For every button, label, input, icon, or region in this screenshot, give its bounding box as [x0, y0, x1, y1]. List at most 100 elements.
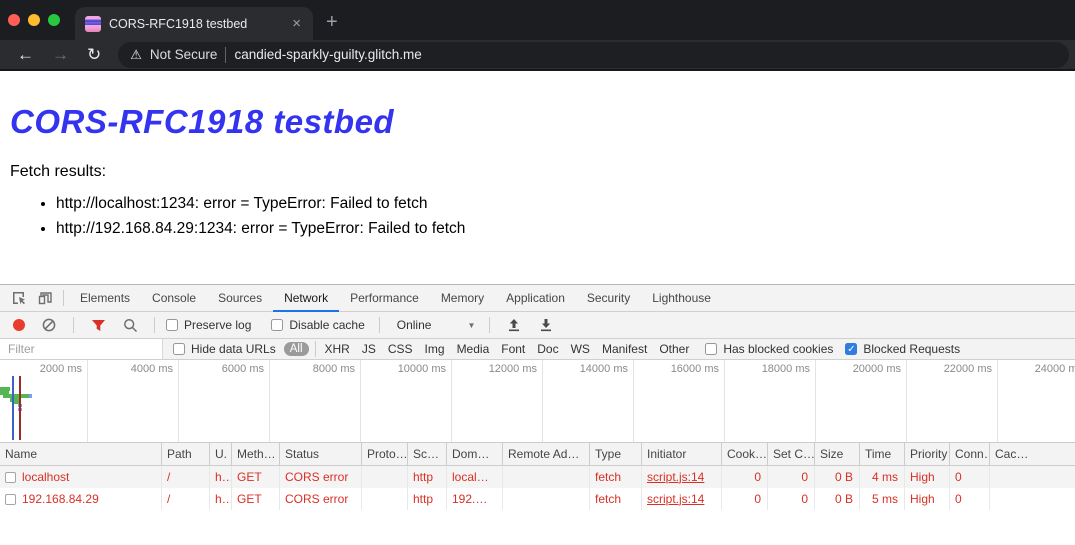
new-tab-button[interactable]: + — [326, 11, 338, 34]
network-overview-timeline[interactable]: 2000 ms 4000 ms 6000 ms 8000 ms 10000 ms… — [0, 360, 1075, 443]
request-status: CORS error — [280, 488, 362, 510]
column-header-remote-address[interactable]: Remote Ad… — [503, 443, 590, 465]
column-header-path[interactable]: Path — [162, 443, 210, 465]
filter-ws[interactable]: WS — [571, 342, 590, 356]
request-name: 192.168.84.29 — [22, 489, 99, 510]
column-header-type[interactable]: Type — [590, 443, 642, 465]
has-blocked-cookies-checkbox[interactable] — [705, 343, 717, 355]
tab-network[interactable]: Network — [273, 285, 339, 312]
column-header-priority[interactable]: Priority — [905, 443, 950, 465]
filter-media[interactable]: Media — [457, 342, 490, 356]
minimize-window-button[interactable] — [28, 14, 40, 26]
blocked-requests-label[interactable]: Blocked Requests — [863, 342, 960, 356]
request-domain: 192.… — [447, 488, 503, 510]
column-header-size[interactable]: Size — [815, 443, 860, 465]
filter-doc[interactable]: Doc — [537, 342, 558, 356]
hide-data-urls-checkbox[interactable] — [173, 343, 185, 355]
filter-other[interactable]: Other — [659, 342, 689, 356]
initiator-link[interactable]: script.js:14 — [647, 489, 704, 510]
initiator-link[interactable]: script.js:14 — [647, 467, 704, 488]
browser-tab[interactable]: CORS-RFC1918 testbed × — [75, 7, 313, 40]
column-header-url[interactable]: U. — [210, 443, 232, 465]
divider — [154, 317, 155, 333]
device-toolbar-icon[interactable] — [32, 286, 58, 310]
has-blocked-cookies-label[interactable]: Has blocked cookies — [723, 342, 833, 356]
address-bar[interactable]: ⚠ Not Secure candied-sparkly-guilty.glit… — [118, 42, 1069, 68]
throttling-select[interactable]: Online — [397, 318, 432, 332]
zoom-window-button[interactable] — [48, 14, 60, 26]
column-header-initiator[interactable]: Initiator — [642, 443, 722, 465]
close-tab-icon[interactable]: × — [290, 16, 303, 31]
preserve-log-checkbox[interactable] — [166, 319, 178, 331]
browser-tab-strip: CORS-RFC1918 testbed × + — [0, 0, 1075, 40]
column-header-set-cookies[interactable]: Set C… — [768, 443, 815, 465]
table-row[interactable]: localhost / h… GET CORS error http local… — [0, 466, 1075, 488]
column-header-status[interactable]: Status — [280, 443, 362, 465]
request-remote-address — [503, 488, 590, 510]
column-header-method[interactable]: Meth… — [232, 443, 280, 465]
request-set-cookies: 0 — [768, 488, 815, 510]
tab-elements[interactable]: Elements — [69, 285, 141, 312]
blocked-requests-checkbox[interactable]: ✓ — [845, 343, 857, 355]
column-header-time[interactable]: Time — [860, 443, 905, 465]
request-cache — [990, 488, 1075, 510]
close-window-button[interactable] — [8, 14, 20, 26]
request-cookies: 0 — [722, 488, 768, 510]
request-connection: 0 — [950, 488, 990, 510]
hide-data-urls-label[interactable]: Hide data URLs — [191, 342, 276, 356]
column-header-cookies[interactable]: Cook… — [722, 443, 768, 465]
request-path: / — [162, 488, 210, 510]
chevron-down-icon[interactable]: ▼ — [467, 321, 475, 330]
filter-js[interactable]: JS — [362, 342, 376, 356]
column-header-scheme[interactable]: Sc… — [408, 443, 447, 465]
filter-input[interactable] — [0, 339, 163, 359]
list-item: http://192.168.84.29:1234: error = TypeE… — [56, 220, 1065, 238]
tab-security[interactable]: Security — [576, 285, 641, 312]
timeline-tick: 14000 ms — [543, 360, 634, 442]
network-filter-bar: Hide data URLs All XHR JS CSS Img Media … — [0, 339, 1075, 360]
filter-img[interactable]: Img — [425, 342, 445, 356]
request-connection: 0 — [950, 466, 990, 488]
request-size: 0 B — [815, 466, 860, 488]
preserve-log-label[interactable]: Preserve log — [184, 318, 251, 332]
timeline-tick: 4000 ms — [88, 360, 179, 442]
back-icon[interactable]: ← — [10, 46, 41, 63]
filter-funnel-icon[interactable] — [85, 313, 111, 337]
tab-performance[interactable]: Performance — [339, 285, 430, 312]
export-har-icon[interactable] — [533, 313, 559, 337]
search-icon[interactable] — [117, 313, 143, 337]
disable-cache-label[interactable]: Disable cache — [289, 318, 364, 332]
request-time: 4 ms — [860, 466, 905, 488]
divider — [63, 290, 64, 306]
record-icon[interactable] — [13, 319, 25, 331]
filter-css[interactable]: CSS — [388, 342, 413, 356]
reload-icon[interactable]: ↻ — [80, 46, 108, 63]
row-checkbox[interactable] — [5, 472, 16, 483]
import-har-icon[interactable] — [501, 313, 527, 337]
row-checkbox[interactable] — [5, 494, 16, 505]
column-header-name[interactable]: Name — [0, 443, 162, 465]
tab-sources[interactable]: Sources — [207, 285, 273, 312]
clear-icon[interactable] — [36, 313, 62, 337]
inspect-element-icon[interactable] — [6, 286, 32, 310]
tab-application[interactable]: Application — [495, 285, 576, 312]
tab-lighthouse[interactable]: Lighthouse — [641, 285, 722, 312]
column-header-cache[interactable]: Cac… — [990, 443, 1075, 465]
browser-toolbar: ← → ↻ ⚠ Not Secure candied-sparkly-guilt… — [0, 40, 1075, 71]
table-row[interactable]: 192.168.84.29 / h… GET CORS error http 1… — [0, 488, 1075, 510]
disable-cache-checkbox[interactable] — [271, 319, 283, 331]
tab-title: CORS-RFC1918 testbed — [109, 17, 282, 31]
forward-icon[interactable]: → — [45, 46, 76, 63]
filter-all-pill[interactable]: All — [284, 342, 309, 356]
column-header-domain[interactable]: Dom… — [447, 443, 503, 465]
column-header-connection[interactable]: Conn… — [950, 443, 990, 465]
column-header-protocol[interactable]: Proto… — [362, 443, 408, 465]
divider — [73, 317, 74, 333]
filter-xhr[interactable]: XHR — [325, 342, 350, 356]
security-label[interactable]: Not Secure — [150, 47, 218, 62]
filter-manifest[interactable]: Manifest — [602, 342, 647, 356]
tab-memory[interactable]: Memory — [430, 285, 495, 312]
request-url: h… — [210, 466, 232, 488]
tab-console[interactable]: Console — [141, 285, 207, 312]
filter-font[interactable]: Font — [501, 342, 525, 356]
